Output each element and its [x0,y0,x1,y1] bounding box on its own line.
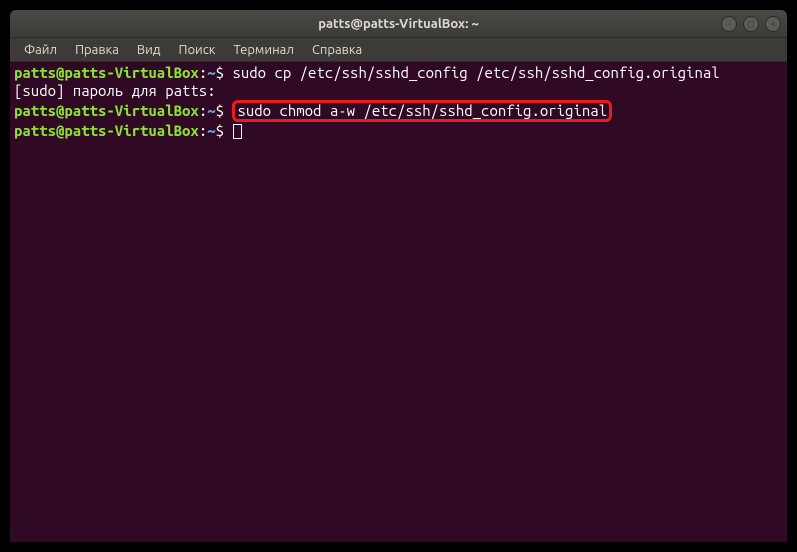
menu-help[interactable]: Справка [304,41,370,59]
terminal-line-4: patts@patts-VirtualBox:~$ [14,122,783,140]
prompt-user-host: patts@patts-VirtualBox [14,64,199,81]
prompt-path: ~ [207,122,215,139]
minimize-button[interactable]: − [721,16,737,32]
sudo-password-prompt: [sudo] пароль для patts: [14,82,216,99]
prompt-symbol: $ [216,102,224,119]
terminal-line-2: [sudo] пароль для patts: [14,82,783,100]
prompt-user-host: patts@patts-VirtualBox [14,122,199,139]
prompt-path: ~ [207,102,215,119]
menu-search[interactable]: Поиск [170,41,223,59]
menu-view[interactable]: Вид [129,41,169,59]
prompt-symbol: $ [216,122,224,139]
command-2: sudo chmod a-w /etc/ssh/sshd_config.orig… [237,102,607,119]
prompt-separator: : [199,122,207,139]
window-title: patts@patts-VirtualBox: ~ [318,17,479,31]
prompt-separator: : [199,64,207,81]
prompt-user-host: patts@patts-VirtualBox [14,102,199,119]
menu-terminal[interactable]: Терминал [225,41,301,59]
close-button[interactable]: × [765,16,781,32]
menu-file[interactable]: Файл [16,41,65,59]
maximize-button[interactable]: □ [743,16,759,32]
terminal-content[interactable]: patts@patts-VirtualBox:~$ sudo cp /etc/s… [10,62,787,542]
menubar: Файл Правка Вид Поиск Терминал Справка [10,38,787,62]
terminal-line-3: patts@patts-VirtualBox:~$ sudo chmod a-w… [14,100,783,122]
highlighted-command: sudo chmod a-w /etc/ssh/sshd_config.orig… [232,100,612,122]
window-controls: − □ × [721,16,781,32]
cursor-icon [233,124,242,139]
terminal-line-1: patts@patts-VirtualBox:~$ sudo cp /etc/s… [14,64,783,82]
titlebar: patts@patts-VirtualBox: ~ − □ × [10,10,787,38]
prompt-path: ~ [207,64,215,81]
command-1: sudo cp /etc/ssh/sshd_config /etc/ssh/ss… [224,64,720,81]
prompt-separator: : [199,102,207,119]
terminal-window: patts@patts-VirtualBox: ~ − □ × Файл Пра… [10,10,787,542]
prompt-symbol: $ [216,64,224,81]
menu-edit[interactable]: Правка [67,41,127,59]
